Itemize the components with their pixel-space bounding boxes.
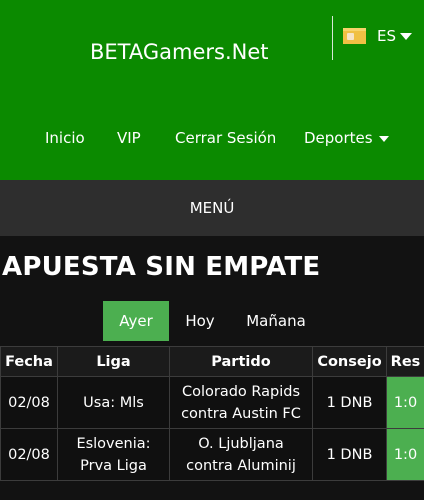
column-header-fecha: Fecha (0, 346, 58, 377)
cell-partido: Colorado Rapids contra Austin FC (169, 376, 313, 429)
partido-line-1: O. Ljubljana (198, 435, 284, 452)
cell-consejo: 1 DNB (312, 376, 387, 429)
nav-item-deportes-label: Deportes (304, 129, 373, 147)
table-header-row: Fecha Liga Partido Consejo Res (0, 346, 424, 377)
table-row: 02/08 Usa: Mls Colorado Rapids contra Aus… (0, 376, 424, 429)
nav-item-deportes[interactable]: Deportes (304, 129, 389, 147)
spain-flag-icon (343, 28, 366, 44)
tab-hoy[interactable]: Hoy (174, 301, 226, 341)
main-nav: Inicio VIP Cerrar Sesión Deportes (0, 129, 424, 151)
partido-line-2: contra Austin FC (181, 405, 301, 422)
cell-fecha: 02/08 (0, 376, 58, 429)
chevron-down-icon (400, 32, 412, 40)
cell-consejo: 1 DNB (312, 428, 387, 481)
cell-partido: O. Ljubljana contra Aluminij (169, 428, 313, 481)
table-row: 02/08 Eslovenia: Prva Liga O. Ljubljana co… (0, 428, 424, 481)
partido-line-1: Colorado Rapids (181, 383, 301, 400)
nav-item-vip[interactable]: VIP (117, 129, 141, 147)
cell-res: 1:0 (386, 428, 424, 481)
chevron-down-icon (378, 135, 389, 142)
liga-line-1: Usa: Mls (83, 394, 144, 411)
nav-item-inicio[interactable]: Inicio (45, 129, 85, 147)
predictions-table: Fecha Liga Partido Consejo Res 02/08 Usa… (0, 346, 424, 481)
cell-res: 1:0 (386, 376, 424, 429)
header-divider (332, 16, 333, 60)
language-selector[interactable]: ES (343, 27, 412, 45)
column-header-liga: Liga (57, 346, 170, 377)
tab-ayer[interactable]: Ayer (103, 301, 169, 341)
column-header-partido: Partido (169, 346, 313, 377)
tab-manana[interactable]: Mañana (234, 301, 318, 341)
language-code: ES (377, 27, 396, 45)
menu-label: MENÚ (189, 199, 235, 217)
column-header-res: Res (386, 346, 424, 377)
site-header: BETAGamers.Net ES Inicio VIP Cerrar Sesi… (0, 0, 424, 180)
partido-line-2: contra Aluminij (186, 457, 296, 474)
column-header-consejo: Consejo (312, 346, 387, 377)
page-title: APUESTA SIN EMPATE (2, 252, 321, 282)
cell-liga: Usa: Mls (57, 376, 170, 429)
menu-toggle[interactable]: MENÚ (0, 180, 424, 236)
day-tabs: Ayer Hoy Mañana (0, 301, 424, 341)
nav-item-cerrar-sesion[interactable]: Cerrar Sesión (175, 129, 276, 147)
liga-line-1: Eslovenia: (76, 435, 151, 452)
cell-fecha: 02/08 (0, 428, 58, 481)
liga-line-2: Prva Liga (80, 457, 147, 474)
cell-liga: Eslovenia: Prva Liga (57, 428, 170, 481)
site-brand[interactable]: BETAGamers.Net (90, 40, 269, 64)
